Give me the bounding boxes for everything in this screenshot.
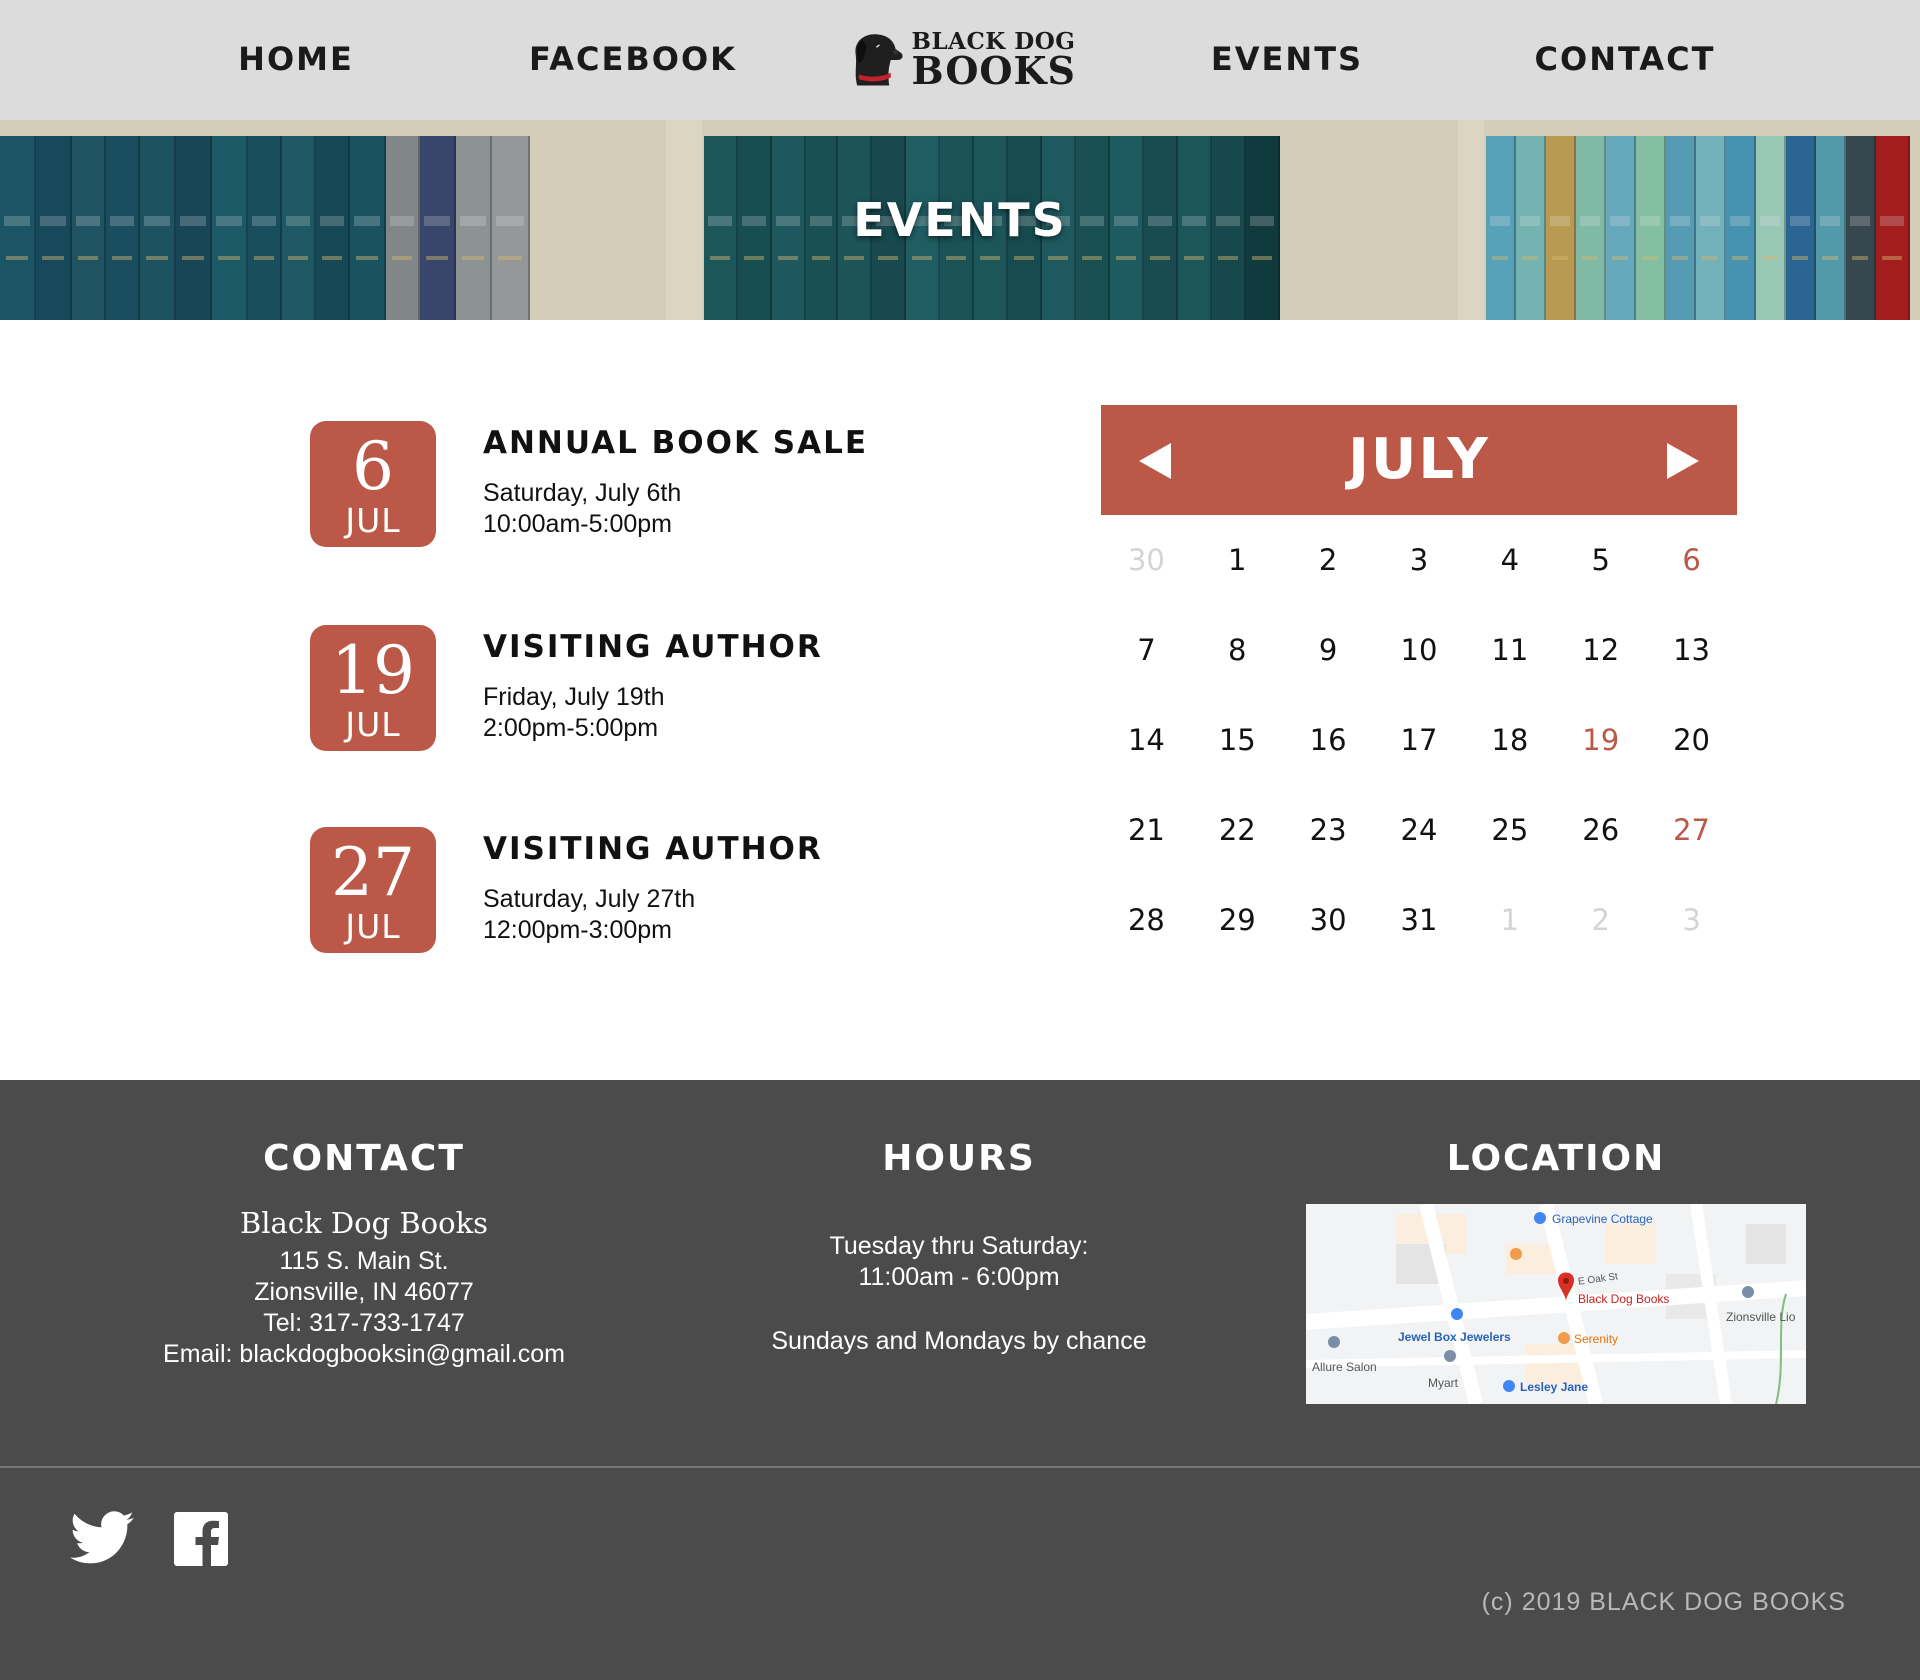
calendar-day[interactable]: 17	[1374, 695, 1465, 785]
site-logo[interactable]: BLACK DOG BOOKS	[846, 22, 1076, 98]
event-date-badge: 19 JUL	[310, 625, 436, 751]
calendar-day[interactable]: 10	[1374, 605, 1465, 695]
logo-line-2: BOOKS	[911, 48, 1076, 93]
store-name: Black Dog Books	[239, 1206, 489, 1240]
contact-heading: CONTACT	[263, 1138, 465, 1179]
hours-heading: HOURS	[882, 1138, 1036, 1179]
calendar-day[interactable]: 31	[1374, 875, 1465, 965]
calendar-day[interactable]: 5	[1555, 515, 1646, 605]
calendar-day[interactable]: 2	[1555, 875, 1646, 965]
calendar-day[interactable]: 21	[1101, 785, 1192, 875]
calendar-day[interactable]: 30	[1283, 875, 1374, 965]
calendar-month: JULY	[1348, 427, 1490, 492]
calendar-day[interactable]: 14	[1101, 695, 1192, 785]
event-month: JUL	[345, 907, 401, 946]
calendar-day[interactable]: 18	[1464, 695, 1555, 785]
location-heading: LOCATION	[1446, 1138, 1666, 1179]
event-date: Saturday, July 27th	[483, 885, 696, 913]
map-label: Myart	[1428, 1376, 1458, 1390]
calendar-day[interactable]: 15	[1192, 695, 1283, 785]
footer-divider	[0, 1466, 1920, 1468]
map-label: Serenity	[1574, 1332, 1619, 1346]
calendar-grid: 30 1 2 3 4 5 6 7 8 9 10 11 12 13 14 15 16 17 18 19 20 21 22 23 2…	[1101, 515, 1737, 965]
event-title: ANNUAL BOOK SALE	[483, 425, 869, 461]
hours-days: Tuesday thru Saturday:	[829, 1232, 1089, 1260]
calendar-day[interactable]: 22	[1192, 785, 1283, 875]
calendar-day[interactable]: 26	[1555, 785, 1646, 875]
event-date-badge: 6 JUL	[310, 421, 436, 547]
event-day: 19	[331, 632, 415, 709]
nav-contact[interactable]: CONTACT	[1535, 0, 1716, 120]
calendar-day[interactable]: 24	[1374, 785, 1465, 875]
calendar-day[interactable]: 1	[1464, 875, 1555, 965]
calendar-event-day[interactable]: 6	[1646, 515, 1737, 605]
calendar-day[interactable]: 7	[1101, 605, 1192, 695]
map-label: Jewel Box Jewelers	[1398, 1330, 1511, 1344]
event-month: JUL	[345, 705, 401, 744]
calendar-day[interactable]: 9	[1283, 605, 1374, 695]
twitter-icon[interactable]	[70, 1510, 134, 1566]
event-calendar: JULY 30 1 2 3 4 5 6 7 8 9 10 11 12 13 14 15 16 17 18 19 20 21…	[1101, 405, 1737, 937]
calendar-day[interactable]: 25	[1464, 785, 1555, 875]
calendar-day[interactable]: 30	[1101, 515, 1192, 605]
hero-banner: EVENTS	[0, 120, 1920, 320]
calendar-day[interactable]: 29	[1192, 875, 1283, 965]
calendar-day[interactable]: 3	[1646, 875, 1737, 965]
copyright-text: (c) 2019 BLACK DOG BOOKS	[1481, 1588, 1846, 1616]
map-label: Zionsville Lio	[1726, 1310, 1796, 1324]
store-email[interactable]: Email: blackdogbooksin@gmail.com	[163, 1339, 565, 1370]
event-title: VISITING AUTHOR	[483, 629, 823, 665]
map-label: Allure Salon	[1312, 1360, 1377, 1374]
calendar-day[interactable]: 12	[1555, 605, 1646, 695]
event-date: Friday, July 19th	[483, 683, 665, 711]
footer: CONTACT Black Dog Books 115 S. Main St. …	[0, 1080, 1920, 1680]
event-item[interactable]: 6 JUL ANNUAL BOOK SALE Saturday, July 6t…	[310, 421, 930, 547]
store-city: Zionsville, IN 46077	[254, 1278, 474, 1306]
calendar-day[interactable]: 2	[1283, 515, 1374, 605]
calendar-day[interactable]: 3	[1374, 515, 1465, 605]
event-time: 12:00pm-3:00pm	[483, 916, 673, 944]
event-date: Saturday, July 6th	[483, 479, 682, 507]
calendar-day[interactable]: 4	[1464, 515, 1555, 605]
nav-home[interactable]: HOME	[238, 0, 354, 120]
calendar-day[interactable]: 8	[1192, 605, 1283, 695]
event-day: 27	[331, 834, 415, 911]
calendar-day[interactable]: 1	[1192, 515, 1283, 605]
hours-time: 11:00am - 6:00pm	[858, 1263, 1060, 1291]
event-title: VISITING AUTHOR	[483, 831, 823, 867]
top-nav: HOME FACEBOOK BLACK DOG BOOKS EVENTS CON…	[0, 0, 1920, 120]
map-label: Black Dog Books	[1578, 1292, 1670, 1306]
store-phone[interactable]: Tel: 317-733-1747	[263, 1308, 465, 1339]
event-month: JUL	[345, 501, 401, 540]
calendar-day[interactable]: 13	[1646, 605, 1737, 695]
calendar-day[interactable]: 20	[1646, 695, 1737, 785]
facebook-icon[interactable]	[174, 1512, 228, 1566]
calendar-day[interactable]: 28	[1101, 875, 1192, 965]
event-item[interactable]: 19 JUL VISITING AUTHOR Friday, July 19th…	[310, 625, 930, 751]
nav-events[interactable]: EVENTS	[1211, 0, 1363, 120]
event-time: 10:00am-5:00pm	[483, 510, 673, 538]
location-map[interactable]: Grapevine Cottage E Oak St Black Dog Boo…	[1306, 1204, 1806, 1404]
calendar-day[interactable]: 23	[1283, 785, 1374, 875]
event-day: 6	[352, 428, 394, 505]
event-item[interactable]: 27 JUL VISITING AUTHOR Saturday, July 27…	[310, 827, 930, 953]
calendar-event-day[interactable]: 27	[1646, 785, 1737, 875]
black-dog-logo-icon	[855, 34, 903, 86]
next-month-arrow-icon[interactable]	[1667, 443, 1699, 479]
hours-note: Sundays and Mondays by chance	[771, 1327, 1147, 1355]
map-label: Lesley Jane	[1520, 1380, 1589, 1394]
calendar-event-day[interactable]: 19	[1555, 695, 1646, 785]
calendar-day[interactable]: 16	[1283, 695, 1374, 785]
calendar-header: JULY	[1101, 405, 1737, 515]
nav-facebook[interactable]: FACEBOOK	[529, 0, 737, 120]
event-date-badge: 27 JUL	[310, 827, 436, 953]
map-label: Grapevine Cottage	[1552, 1212, 1653, 1226]
calendar-day[interactable]: 11	[1464, 605, 1555, 695]
page-title: EVENTS	[853, 193, 1067, 247]
store-address: 115 S. Main St.	[279, 1247, 449, 1275]
event-time: 2:00pm-5:00pm	[483, 714, 659, 742]
